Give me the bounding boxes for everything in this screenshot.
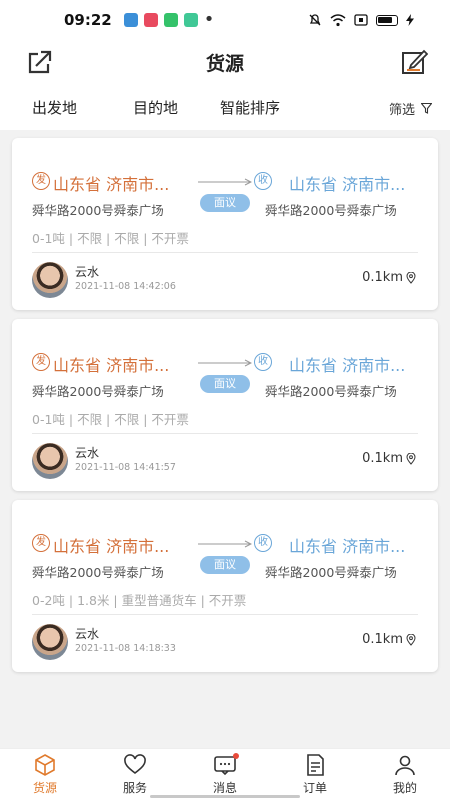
origin-address: 舜华路2000号舜泰广场 [32, 384, 164, 399]
tab-label: 服务 [122, 781, 147, 795]
heart-icon [124, 754, 146, 775]
funnel-icon [421, 103, 432, 114]
tab-label: 货源 [32, 781, 57, 795]
avatar[interactable] [32, 624, 68, 660]
tab-orders[interactable]: 订单 [270, 749, 360, 800]
tab-label: 订单 [302, 781, 327, 795]
order-icon [307, 754, 324, 776]
origin-city: 山东省 济南市... [53, 537, 170, 556]
filter-label: 筛选 [388, 103, 415, 118]
tab-label: 我的 [392, 781, 417, 795]
status-app-icons: • [123, 9, 215, 30]
cargo-specs: 0-1吨 | 不限 | 不限 | 不开票 [32, 412, 189, 427]
distance-value: 0.1km [362, 451, 403, 466]
distance-value: 0.1km [362, 632, 403, 647]
divider [32, 252, 418, 253]
origin-filter[interactable]: 出发地 [32, 97, 77, 118]
route-arrow-icon [198, 359, 252, 367]
more-notifications-dot: • [203, 9, 215, 30]
tab-profile[interactable]: 我的 [360, 749, 450, 800]
origin-address: 舜华路2000号舜泰广场 [32, 203, 164, 218]
origin-city: 山东省 济南市... [53, 356, 170, 375]
page-title: 货源 [205, 52, 244, 75]
wifi-icon [330, 13, 346, 26]
cargo-specs: 0-1吨 | 不限 | 不限 | 不开票 [32, 231, 189, 246]
app-notification-icon [163, 13, 178, 27]
tab-messages[interactable]: 消息 [180, 749, 270, 800]
avatar[interactable] [32, 443, 68, 479]
location-pin-icon [406, 452, 416, 465]
divider [32, 614, 418, 615]
price-tag: 面议 [200, 194, 250, 212]
post-time: 2021-11-08 14:41:57 [75, 462, 176, 473]
post-time: 2021-11-08 14:42:06 [75, 281, 176, 292]
app-notification-icon [183, 13, 198, 27]
from-badge: 发 [32, 172, 50, 190]
tab-label: 消息 [212, 781, 237, 795]
user-name: 云水 [75, 265, 100, 279]
price-tag: 面议 [200, 556, 250, 574]
box-icon [35, 754, 55, 776]
distance: 0.1km [362, 270, 416, 285]
tab-service[interactable]: 服务 [90, 749, 180, 800]
destination-address: 舜华路2000号舜泰广场 [265, 384, 397, 399]
origin-address: 舜华路2000号舜泰广场 [32, 565, 164, 580]
user-icon [395, 755, 415, 776]
sort-filter[interactable]: 智能排序 [220, 97, 280, 118]
destination-city: 山东省 济南市... [289, 175, 406, 194]
to-badge: 收 [254, 353, 272, 371]
app-notification-icon [143, 13, 158, 27]
filter-button[interactable]: 筛选 [389, 99, 432, 118]
destination-address: 舜华路2000号舜泰广场 [265, 203, 397, 218]
cargo-specs: 0-2吨 | 1.8米 | 重型普通货车 | 不开票 [32, 593, 247, 608]
distance: 0.1km [362, 632, 416, 647]
battery-icon [376, 14, 398, 26]
from-badge: 发 [32, 534, 50, 552]
distance-value: 0.1km [362, 270, 403, 285]
divider [32, 433, 418, 434]
tab-cargo[interactable]: 货源 [0, 749, 90, 800]
destination-city: 山东省 济南市... [289, 356, 406, 375]
mute-icon [309, 14, 321, 26]
cargo-card[interactable]: 发 山东省 济南市... 收 山东省 济南市... 舜华路2000号舜泰广场 面… [12, 138, 438, 310]
unread-badge [233, 753, 240, 759]
app-header: 货源 [0, 40, 450, 84]
destination-address: 舜华路2000号舜泰广场 [265, 565, 397, 580]
route-arrow-icon [198, 540, 252, 548]
origin-city: 山东省 济南市... [53, 175, 170, 194]
app-notification-icon [123, 13, 138, 27]
from-badge: 发 [32, 353, 50, 371]
to-badge: 收 [254, 172, 272, 190]
user-name: 云水 [75, 446, 100, 460]
destination-filter[interactable]: 目的地 [133, 97, 178, 118]
to-badge: 收 [254, 534, 272, 552]
user-name: 云水 [75, 627, 100, 641]
destination-city: 山东省 济南市... [289, 537, 406, 556]
location-pin-icon [406, 633, 416, 646]
route-arrow-icon [198, 178, 252, 186]
post-time: 2021-11-08 14:18:33 [75, 643, 176, 654]
distance: 0.1km [362, 451, 416, 466]
sim-icon [354, 14, 368, 26]
avatar[interactable] [32, 262, 68, 298]
status-bar: 09:22 • [0, 0, 450, 40]
edit-icon[interactable] [400, 48, 428, 76]
cargo-list: 发 山东省 济南市... 收 山东省 济南市... 舜华路2000号舜泰广场 面… [12, 138, 438, 681]
cargo-card[interactable]: 发 山东省 济南市... 收 山东省 济南市... 舜华路2000号舜泰广场 面… [12, 500, 438, 672]
home-indicator[interactable] [150, 795, 300, 798]
price-tag: 面议 [200, 375, 250, 393]
bottom-tab-bar: 货源 服务 消息 订单 我的 [0, 748, 450, 800]
status-indicators [308, 13, 414, 27]
status-time: 09:22 [64, 11, 112, 29]
share-icon[interactable] [26, 48, 54, 76]
filter-bar: 出发地 目的地 智能排序 筛选 [0, 84, 450, 130]
charging-icon [406, 14, 414, 26]
cargo-card[interactable]: 发 山东省 济南市... 收 山东省 济南市... 舜华路2000号舜泰广场 面… [12, 319, 438, 491]
location-pin-icon [406, 271, 416, 284]
